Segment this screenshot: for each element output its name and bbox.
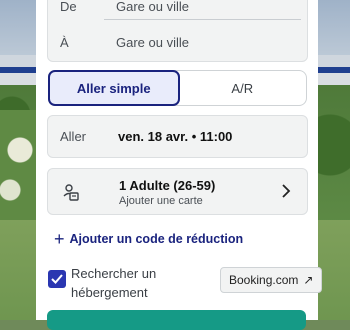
accommodation-label: Rechercher un hébergement xyxy=(71,266,157,300)
destination-input[interactable]: Gare ou ville xyxy=(116,35,189,50)
accommodation-checkbox[interactable] xyxy=(48,270,66,288)
destination-label: À xyxy=(60,34,69,50)
checkmark-icon xyxy=(51,274,63,284)
od-divider xyxy=(104,19,301,20)
outbound-label: Aller xyxy=(60,129,87,144)
destination-field[interactable]: À Gare ou ville xyxy=(48,27,307,57)
plus-icon: + xyxy=(54,229,65,249)
add-promo-code-link[interactable]: + Ajouter un code de réduction xyxy=(54,230,243,248)
trip-type-toggle: Aller simple A/R xyxy=(48,70,307,106)
booking-partner-label: Booking.com xyxy=(229,273,299,287)
booking-partner-link[interactable]: Booking.com ↗ xyxy=(220,267,323,293)
passenger-icon xyxy=(63,184,79,201)
background-flowers xyxy=(0,110,40,230)
origin-field[interactable]: De Gare ou ville xyxy=(48,0,307,21)
origin-destination-card: De Gare ou ville À Gare ou ville xyxy=(47,0,308,62)
outbound-date-field[interactable]: Aller ven. 18 avr. • 11:00 xyxy=(47,115,308,158)
add-promo-code-label: Ajouter un code de réduction xyxy=(69,232,244,246)
one-way-button[interactable]: Aller simple xyxy=(48,70,180,106)
external-link-icon: ↗ xyxy=(303,273,314,287)
add-card-hint: Ajouter une carte xyxy=(119,195,203,207)
search-button[interactable] xyxy=(47,310,306,330)
passengers-summary: 1 Adulte (26-59) xyxy=(119,178,216,193)
origin-input[interactable]: Gare ou ville xyxy=(116,0,189,14)
round-trip-button[interactable]: A/R xyxy=(179,71,307,105)
origin-label: De xyxy=(60,0,77,14)
outbound-value: ven. 18 avr. • 11:00 xyxy=(118,129,233,144)
passengers-field[interactable]: 1 Adulte (26-59) Ajouter une carte xyxy=(47,168,308,215)
chevron-right-icon xyxy=(282,184,291,198)
